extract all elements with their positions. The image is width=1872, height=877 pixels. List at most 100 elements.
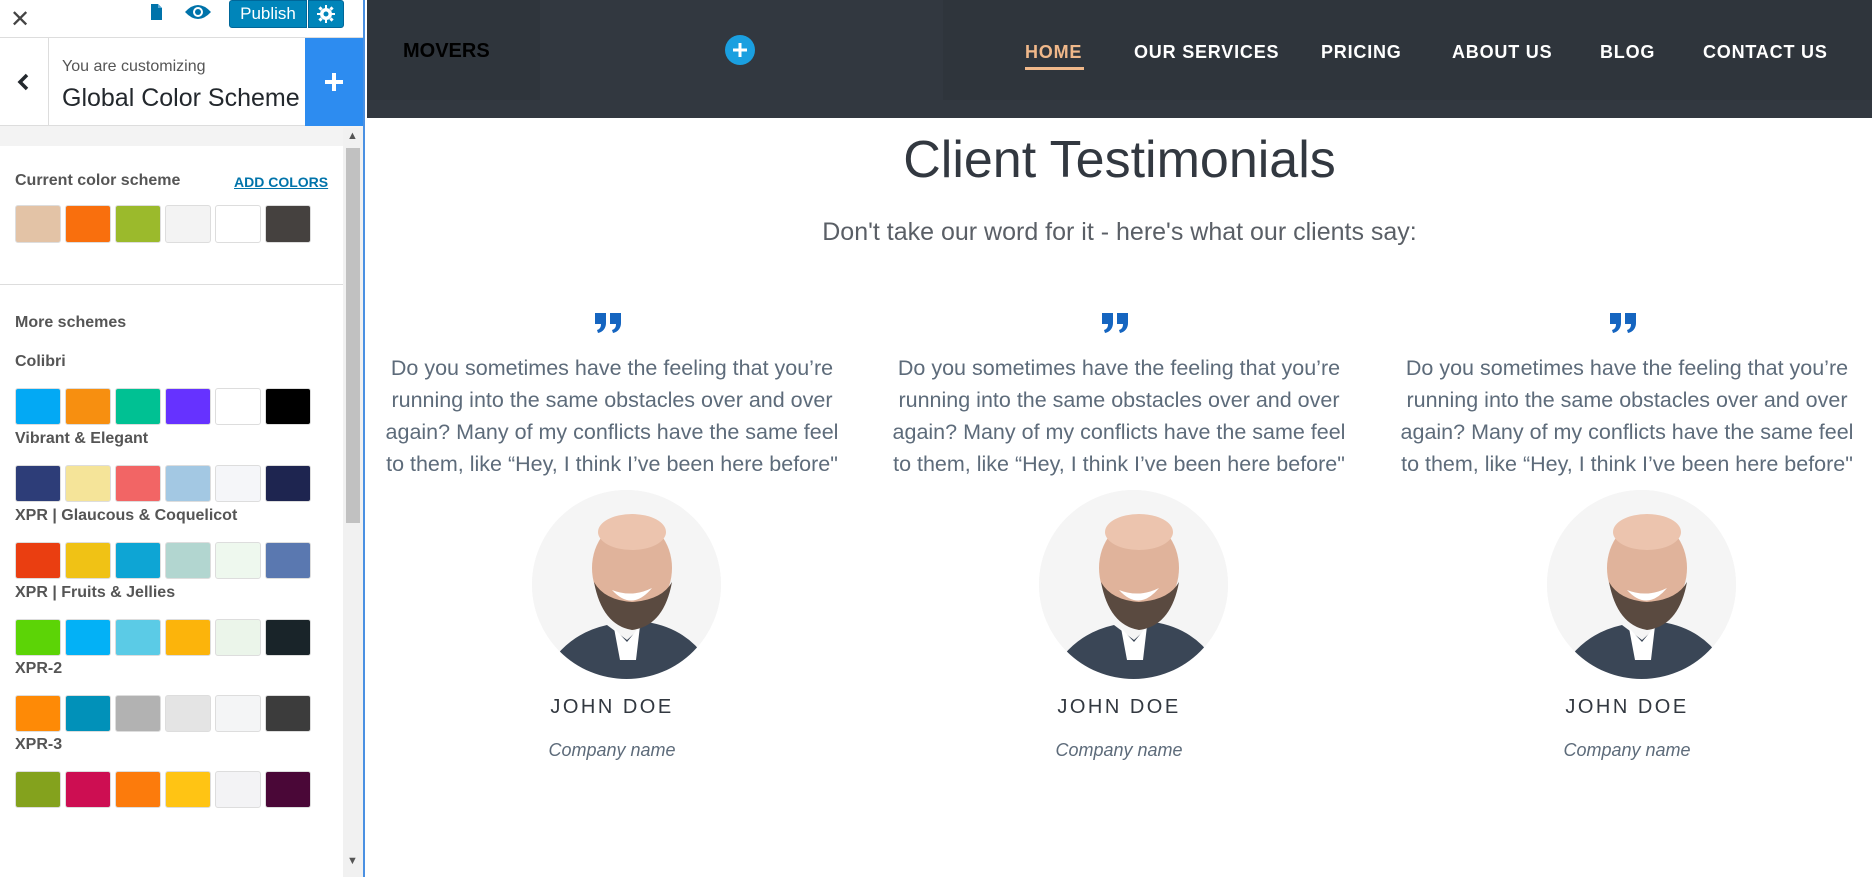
back-button[interactable] (0, 38, 49, 126)
color-swatch[interactable] (115, 388, 161, 425)
color-swatch[interactable] (215, 465, 261, 502)
customizer-section-header: You are customizing Global Color Scheme (0, 38, 363, 126)
plus-icon (325, 73, 343, 91)
color-swatch[interactable] (115, 205, 161, 243)
color-swatch[interactable] (215, 542, 261, 579)
scheme-name[interactable]: XPR | Glaucous & Coquelicot (15, 507, 237, 525)
nav-blog[interactable]: BLOG (1600, 42, 1655, 63)
add-colors-link[interactable]: ADD COLORS (234, 174, 328, 190)
color-swatch[interactable] (65, 619, 111, 656)
color-swatch[interactable] (165, 205, 211, 243)
color-swatch[interactable] (165, 465, 211, 502)
color-swatch[interactable] (215, 771, 261, 808)
color-swatch[interactable] (15, 542, 61, 579)
nav-home[interactable]: HOME (1025, 42, 1082, 63)
testimonial-company: Company name (1563, 740, 1691, 760)
divider (0, 284, 343, 285)
scheme-swatches[interactable] (15, 771, 311, 808)
color-swatch[interactable] (15, 388, 61, 425)
quote-icon (1610, 313, 1636, 333)
customizer-topbar: ✕ Publish (0, 0, 363, 38)
avatar (532, 490, 721, 679)
testimonial-quote: Do you sometimes have the feeling that y… (385, 356, 839, 476)
quote-icon (1102, 313, 1128, 333)
color-swatch[interactable] (265, 771, 311, 808)
color-swatch[interactable] (65, 695, 111, 732)
color-swatch[interactable] (65, 771, 111, 808)
sidebar-scrollbar[interactable]: ▲ ▼ (343, 128, 363, 877)
color-swatch[interactable] (115, 542, 161, 579)
quote-icon (595, 313, 621, 333)
scheme-name[interactable]: XPR-2 (15, 660, 62, 678)
nav-about-us[interactable]: ABOUT US (1452, 42, 1552, 63)
nav-our-services[interactable]: OUR SERVICES (1134, 42, 1279, 63)
color-swatch[interactable] (265, 695, 311, 732)
color-swatch[interactable] (115, 771, 161, 808)
section-title: Global Color Scheme (62, 84, 300, 112)
nav-contact-us[interactable]: CONTACT US (1703, 42, 1828, 63)
color-swatch[interactable] (215, 695, 261, 732)
publish-settings-button[interactable] (308, 0, 344, 28)
color-swatch[interactable] (115, 695, 161, 732)
color-swatch[interactable] (65, 542, 111, 579)
nav-pricing[interactable]: PRICING (1321, 42, 1402, 63)
color-swatch[interactable] (215, 619, 261, 656)
color-swatch[interactable] (65, 388, 111, 425)
color-swatch[interactable] (15, 205, 61, 243)
avatar (1547, 490, 1736, 679)
publish-button[interactable]: Publish (229, 0, 307, 28)
testimonial-name: JOHN DOE (1057, 696, 1181, 718)
scheme-swatches[interactable] (15, 388, 311, 425)
color-swatch[interactable] (165, 388, 211, 425)
color-swatch[interactable] (15, 771, 61, 808)
current-scheme-label: Current color scheme (15, 172, 181, 189)
site-logo[interactable]: MOVERS (403, 40, 490, 63)
document-icon[interactable] (147, 3, 165, 21)
scheme-name[interactable]: XPR | Fruits & Jellies (15, 584, 175, 602)
color-swatch[interactable] (65, 205, 111, 243)
testimonial-name: JOHN DOE (550, 696, 674, 718)
close-icon[interactable]: ✕ (0, 0, 40, 38)
site-header: MOVERS HOME OUR SERVICES PRICING ABOUT U… (367, 0, 1872, 118)
color-swatch[interactable] (265, 619, 311, 656)
color-swatch[interactable] (165, 542, 211, 579)
scroll-down-arrow-icon[interactable]: ▼ (347, 855, 358, 867)
color-swatch[interactable] (15, 465, 61, 502)
color-swatch[interactable] (215, 205, 261, 243)
customizer-sidebar: ✕ Publish You are customizing Global Col… (0, 0, 365, 877)
color-swatch[interactable] (215, 388, 261, 425)
scheme-name[interactable]: Colibri (15, 353, 66, 371)
testimonials-subheading: Don't take our word for it - here's what… (822, 218, 1417, 246)
scheme-swatches[interactable] (15, 695, 311, 732)
scroll-up-arrow-icon[interactable]: ▲ (347, 130, 358, 142)
customizing-label: You are customizing (62, 58, 206, 75)
color-swatch[interactable] (165, 695, 211, 732)
color-swatch[interactable] (15, 695, 61, 732)
testimonial-quote: Do you sometimes have the feeling that y… (1400, 356, 1854, 476)
color-swatch[interactable] (265, 465, 311, 502)
gear-icon (317, 5, 335, 23)
scheme-name[interactable]: XPR-3 (15, 736, 62, 754)
scheme-swatches[interactable] (15, 542, 311, 579)
color-swatch[interactable] (115, 619, 161, 656)
color-swatch[interactable] (265, 542, 311, 579)
color-swatch[interactable] (265, 388, 311, 425)
color-swatch[interactable] (265, 205, 311, 243)
color-swatch[interactable] (65, 465, 111, 502)
more-schemes-label: More schemes (15, 314, 127, 331)
color-swatch[interactable] (165, 619, 211, 656)
plus-icon (733, 43, 747, 57)
color-swatch[interactable] (165, 771, 211, 808)
color-scheme-panel: Current color scheme ADD COLORS More sch… (0, 146, 343, 877)
scheme-name[interactable]: Vibrant & Elegant (15, 430, 148, 448)
color-swatch[interactable] (115, 465, 161, 502)
color-swatch[interactable] (15, 619, 61, 656)
add-element-button[interactable] (725, 35, 755, 65)
scheme-swatches[interactable] (15, 619, 311, 656)
scheme-swatches[interactable] (15, 465, 311, 502)
eye-icon[interactable] (184, 2, 212, 22)
add-scheme-button[interactable] (305, 38, 363, 126)
scroll-thumb[interactable] (346, 148, 360, 523)
testimonial-company: Company name (548, 740, 676, 760)
nav-active-indicator (1025, 67, 1084, 70)
